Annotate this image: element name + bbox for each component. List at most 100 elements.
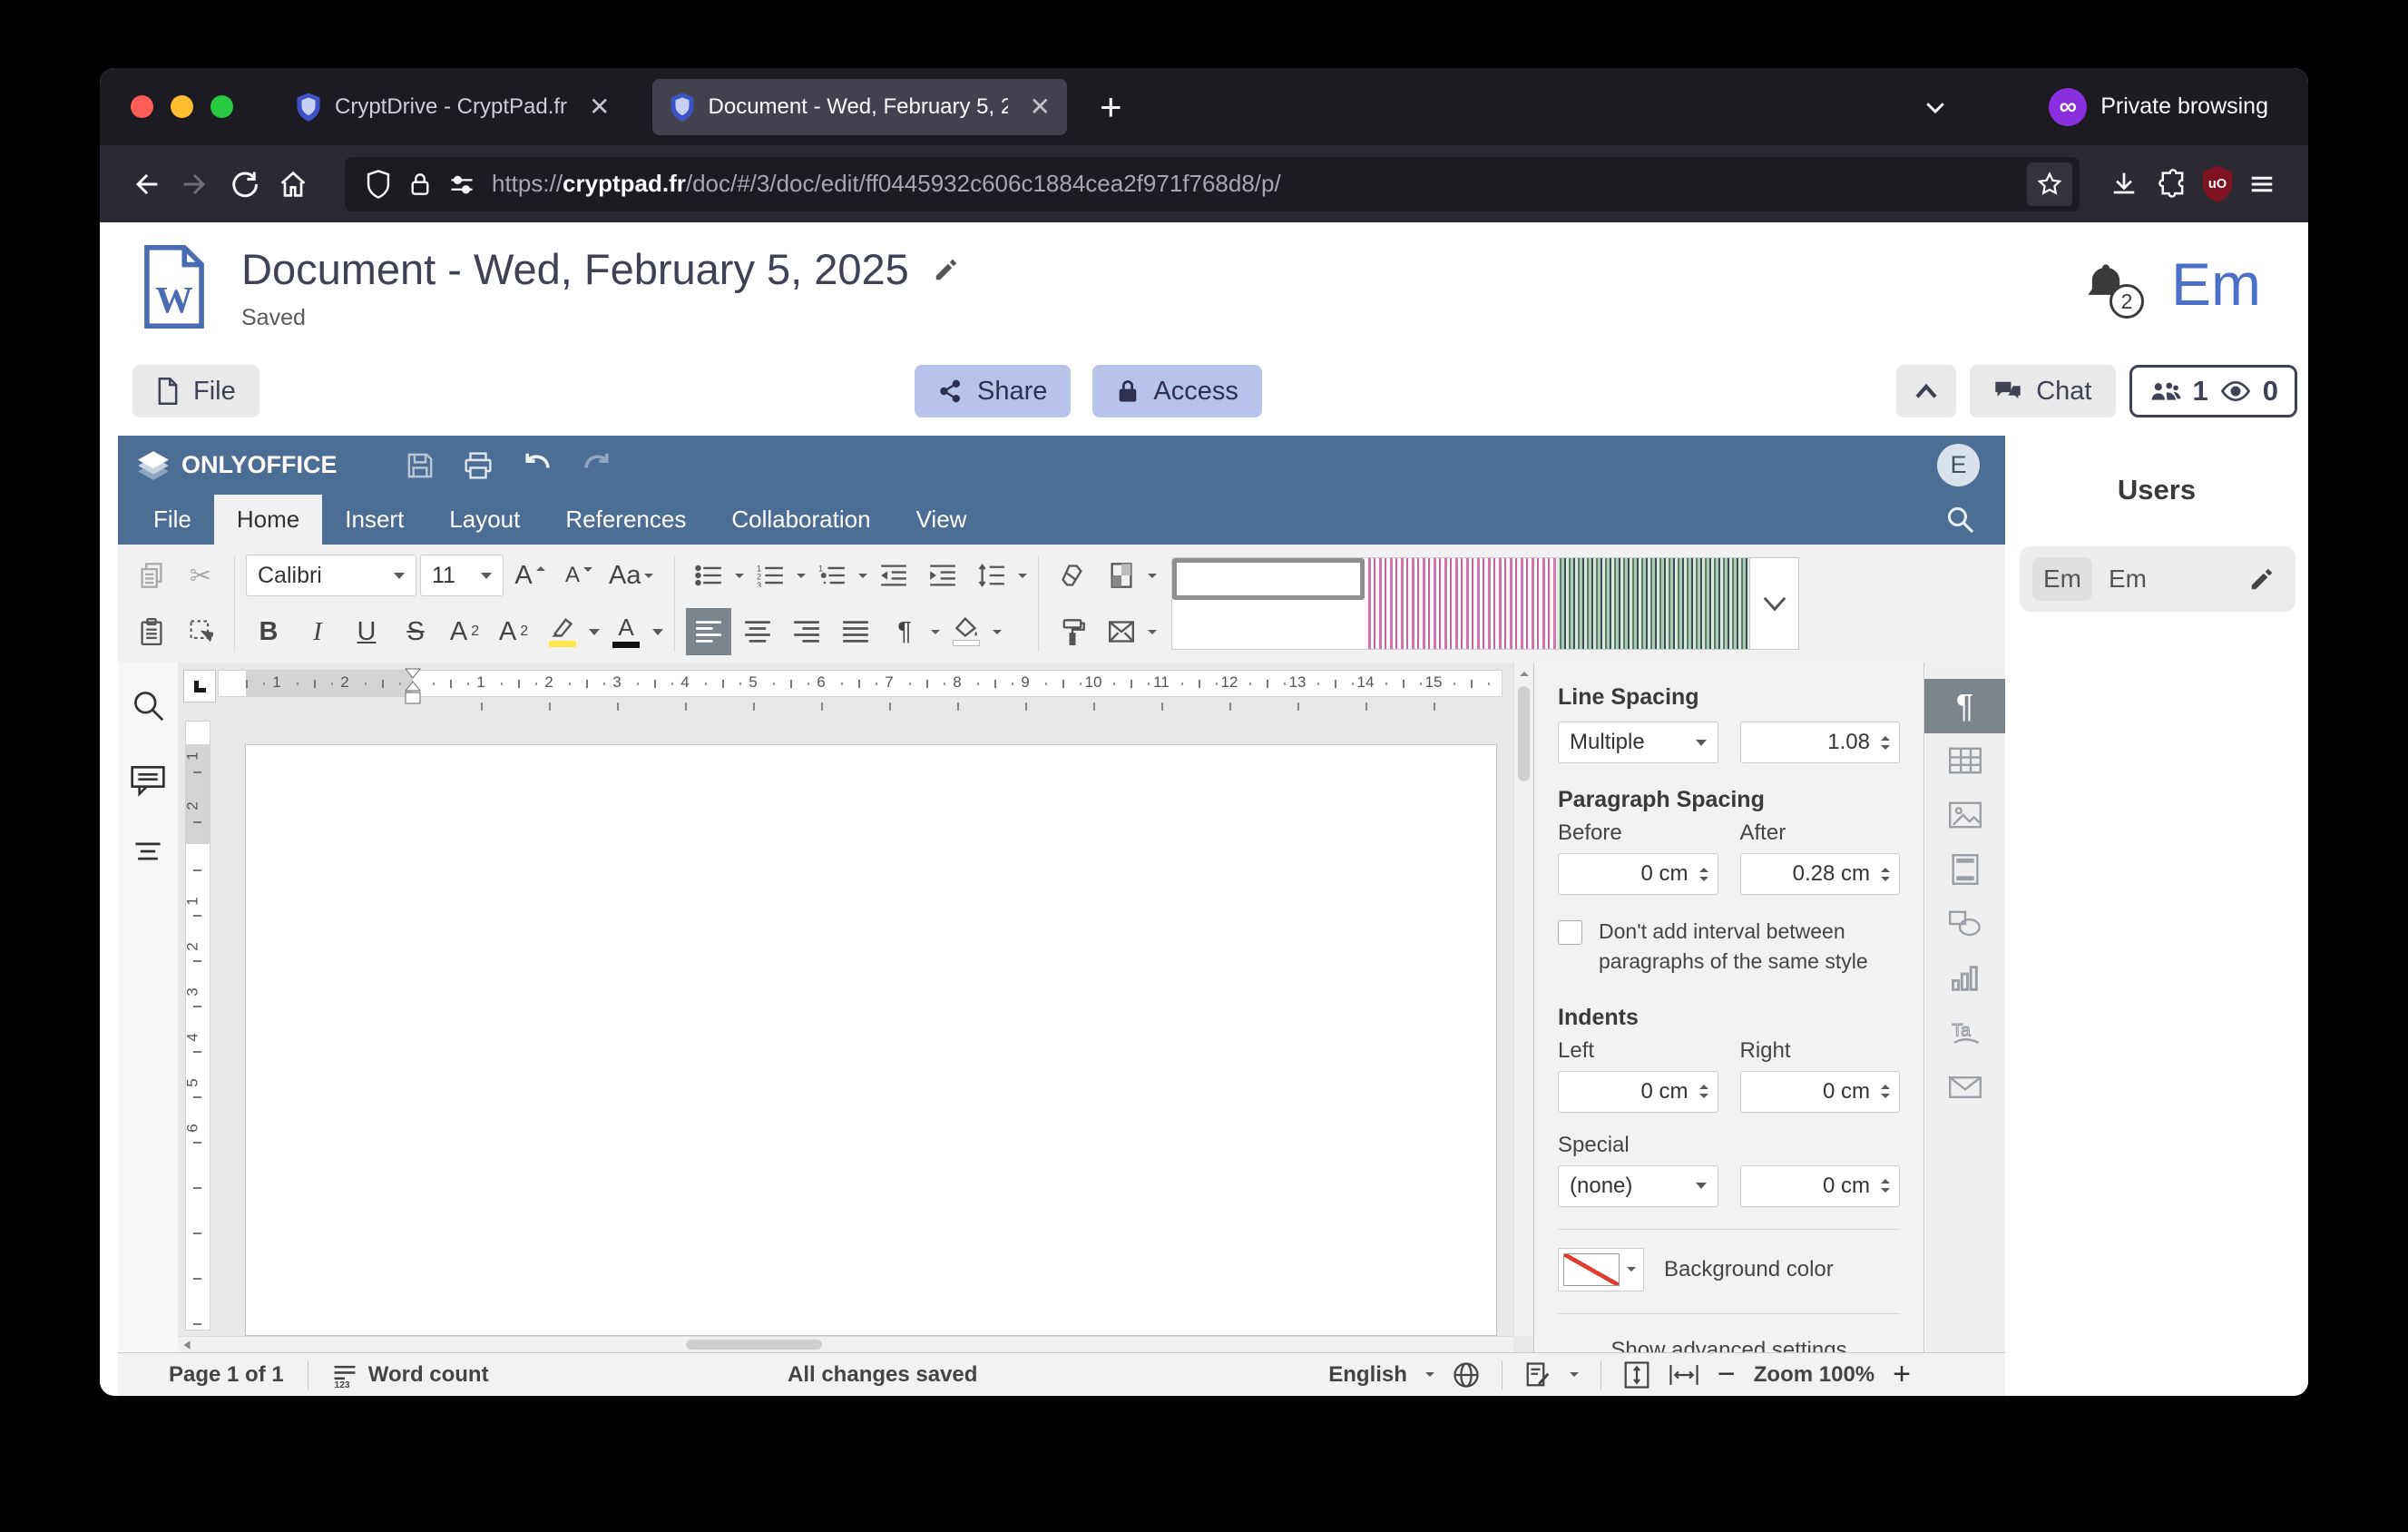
zoom-in-icon[interactable]: + <box>1893 1357 1911 1392</box>
font-size-select[interactable]: 11 <box>420 555 504 596</box>
menu-tab-references[interactable]: References <box>543 495 709 545</box>
line-spacing-select[interactable]: Multiple <box>1558 722 1718 763</box>
home-icon[interactable] <box>269 160 318 209</box>
strikethrough-icon[interactable]: S <box>393 608 438 655</box>
image-settings-icon[interactable] <box>1924 788 2006 842</box>
comments-icon[interactable] <box>130 764 166 797</box>
multilevel-list-icon[interactable]: 1 <box>809 552 855 599</box>
permissions-icon[interactable] <box>448 172 475 197</box>
edit-user-name-pencil-icon[interactable] <box>2248 565 2276 593</box>
nonprinting-characters-dropdown[interactable] <box>931 630 940 634</box>
document-page[interactable] <box>245 744 1497 1336</box>
downloads-icon[interactable] <box>2100 160 2149 209</box>
browser-tab-document[interactable]: Document - Wed, February 5, 2025 ✕ <box>652 79 1067 135</box>
office-search-icon[interactable] <box>1943 503 1976 535</box>
account-avatar[interactable]: Em <box>2171 250 2261 319</box>
spell-check-icon[interactable] <box>1524 1361 1551 1389</box>
menu-tab-collaboration[interactable]: Collaboration <box>709 495 893 545</box>
collapse-toolbar-button[interactable] <box>1896 365 1956 417</box>
reload-icon[interactable] <box>220 160 269 209</box>
undo-icon[interactable] <box>521 451 553 480</box>
align-center-icon[interactable] <box>735 608 780 655</box>
bullet-list-dropdown[interactable] <box>735 574 744 578</box>
table-shading-icon[interactable] <box>1099 552 1144 599</box>
ublock-origin-icon[interactable]: uO <box>2198 162 2237 206</box>
copy-style-icon[interactable] <box>1050 608 1095 655</box>
font-color-icon[interactable]: A <box>603 608 649 655</box>
word-count-button[interactable]: 123 Word count <box>332 1362 489 1388</box>
cut-icon[interactable]: ✂ <box>178 552 223 599</box>
paragraph-shading-icon[interactable] <box>944 608 989 655</box>
close-window-button[interactable] <box>131 95 153 118</box>
tracking-protection-shield-icon[interactable] <box>365 169 392 200</box>
italic-icon[interactable]: I <box>295 608 340 655</box>
scroll-left-icon[interactable] <box>181 1340 192 1350</box>
zoom-out-icon[interactable]: − <box>1718 1357 1736 1392</box>
edit-title-pencil-icon[interactable] <box>933 256 960 283</box>
horizontal-scrollbar[interactable] <box>178 1336 1513 1352</box>
chat-button[interactable]: Chat <box>1970 365 2115 417</box>
mail-merge-settings-icon[interactable] <box>1924 1060 2006 1115</box>
table-settings-icon[interactable] <box>1924 733 2006 788</box>
fit-width-icon[interactable] <box>1669 1362 1699 1388</box>
align-right-icon[interactable] <box>784 608 829 655</box>
paste-icon[interactable] <box>129 608 174 655</box>
bullet-list-icon[interactable] <box>686 552 731 599</box>
menu-hamburger-icon[interactable] <box>2237 160 2286 209</box>
find-search-icon[interactable] <box>131 688 165 722</box>
spacing-before-spinner[interactable]: 0 cm <box>1558 853 1718 895</box>
connection-lock-icon[interactable] <box>408 170 432 199</box>
document-title[interactable]: Document - Wed, February 5, 2025 <box>241 244 909 294</box>
print-icon[interactable] <box>463 450 494 481</box>
superscript-icon[interactable]: A2 <box>442 608 487 655</box>
increase-font-icon[interactable]: A <box>507 552 553 599</box>
fit-page-icon[interactable] <box>1623 1360 1650 1390</box>
minimize-window-button[interactable] <box>171 95 193 118</box>
url-text[interactable]: https://cryptpad.fr/doc/#/3/doc/edit/ff0… <box>492 170 2011 198</box>
shape-settings-icon[interactable] <box>1924 897 2006 951</box>
zoom-level-label[interactable]: Zoom 100% <box>1754 1362 1875 1388</box>
justify-icon[interactable] <box>833 608 878 655</box>
highlight-color-dropdown[interactable] <box>589 629 600 635</box>
line-spacing-dropdown[interactable] <box>1018 574 1027 578</box>
nonprinting-characters-icon[interactable]: ¶ <box>882 608 927 655</box>
multilevel-list-dropdown[interactable] <box>858 574 867 578</box>
decrease-indent-icon[interactable] <box>871 552 916 599</box>
change-case-icon[interactable]: Aa <box>605 552 657 599</box>
bold-icon[interactable]: B <box>246 608 291 655</box>
style-preview-no-spacing[interactable] <box>1365 558 1557 649</box>
chart-settings-icon[interactable] <box>1924 951 2006 1006</box>
indent-right-spinner[interactable]: 0 cm <box>1740 1071 1901 1113</box>
horizontal-scroll-thumb[interactable] <box>686 1340 822 1350</box>
page-indicator[interactable]: Page 1 of 1 <box>169 1362 284 1388</box>
share-button[interactable]: Share <box>915 365 1071 417</box>
indent-left-spinner[interactable]: 0 cm <box>1558 1071 1718 1113</box>
vertical-ruler[interactable]: 21123456 <box>185 721 210 1331</box>
style-gallery-expand-icon[interactable] <box>1749 558 1798 649</box>
underline-icon[interactable]: U <box>344 608 389 655</box>
menu-tab-insert[interactable]: Insert <box>322 495 426 545</box>
office-user-avatar[interactable]: E <box>1937 444 1980 486</box>
access-button[interactable]: Access <box>1092 365 1261 417</box>
close-tab-icon[interactable]: ✕ <box>1030 94 1051 120</box>
back-icon[interactable] <box>122 160 171 209</box>
align-left-icon[interactable] <box>686 608 731 655</box>
font-color-dropdown[interactable] <box>652 629 663 635</box>
mail-merge-dropdown[interactable] <box>1148 630 1157 634</box>
vertical-scrollbar[interactable] <box>1513 663 1533 1336</box>
horizontal-ruler[interactable]: 21123456789101112131415 <box>178 670 1513 717</box>
url-bar[interactable]: https://cryptpad.fr/doc/#/3/doc/edit/ff0… <box>345 157 2080 211</box>
style-preview-normal[interactable] <box>1172 558 1365 600</box>
background-color-picker[interactable] <box>1558 1248 1644 1291</box>
list-all-tabs-chevron-icon[interactable] <box>1922 93 1949 121</box>
mail-merge-icon[interactable] <box>1099 608 1144 655</box>
table-shading-dropdown[interactable] <box>1148 574 1157 578</box>
highlight-color-icon[interactable] <box>540 608 585 655</box>
document-canvas[interactable]: 21123456789101112131415 21123456 <box>178 663 1533 1352</box>
forward-icon[interactable] <box>171 160 220 209</box>
font-name-select[interactable]: Calibri <box>246 555 416 596</box>
indent-marker[interactable] <box>405 668 421 710</box>
paragraph-settings-icon[interactable]: ¶ <box>1924 679 2006 733</box>
file-button[interactable]: File <box>132 365 259 417</box>
paragraph-shading-dropdown[interactable] <box>993 630 1002 634</box>
